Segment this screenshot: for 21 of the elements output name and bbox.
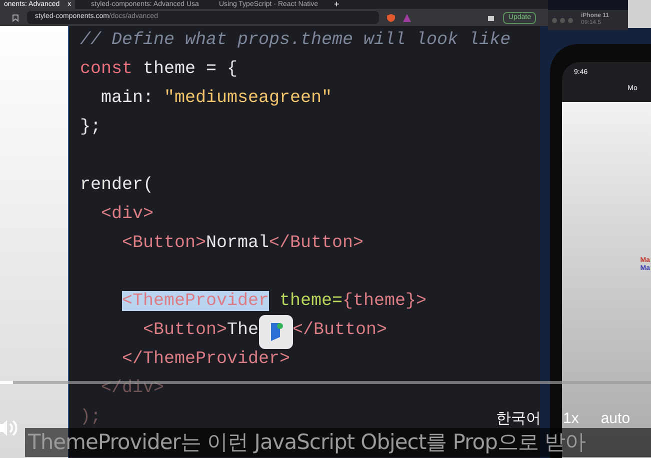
code-line: render(: [80, 174, 154, 197]
window-controls-icon: [552, 18, 573, 22]
app-icon: [258, 315, 293, 349]
webcam-placeholder: [628, 0, 651, 28]
triangle-icon[interactable]: [403, 14, 412, 22]
code-line: <div>: [101, 203, 154, 226]
code-line: <ThemeProvider theme={theme}>: [122, 290, 427, 313]
code-line: <Button>The: [143, 319, 259, 342]
code-line: <Button>Normal</Button>: [122, 232, 364, 255]
code-line: </div>: [101, 377, 164, 400]
language-button[interactable]: 한국어: [496, 408, 541, 430]
code-line: // Define what props.theme will look like: [80, 29, 511, 52]
code-line: );: [80, 406, 102, 429]
code-line: const theme = {: [80, 58, 238, 81]
new-tab-button[interactable]: +: [334, 0, 340, 9]
code-line: </ThemeProvider>: [122, 348, 290, 371]
code-line: };: [80, 116, 102, 139]
shield-icon[interactable]: [387, 14, 396, 22]
code-line: main: "mediumseagreen": [101, 87, 332, 110]
code-line: </Button>: [292, 319, 388, 342]
bookmark-icon[interactable]: [12, 14, 19, 22]
